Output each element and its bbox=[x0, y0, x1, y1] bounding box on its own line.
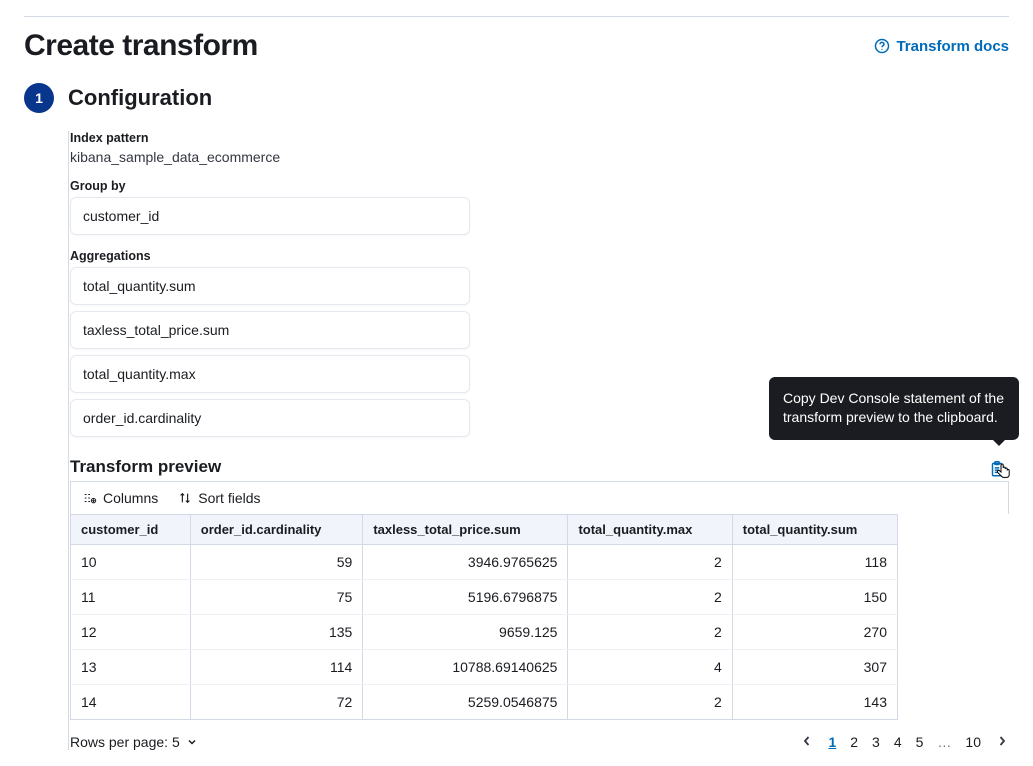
table-cell: 3946.9765625 bbox=[363, 545, 568, 580]
table-cell: 11 bbox=[71, 580, 191, 615]
transform-docs-link[interactable]: Transform docs bbox=[874, 38, 1009, 55]
table-cell: 2 bbox=[568, 545, 732, 580]
preview-table: customer_idorder_id.cardinalitytaxless_t… bbox=[70, 514, 898, 720]
copy-to-clipboard-button[interactable] bbox=[985, 457, 1009, 481]
chevron-left-icon bbox=[802, 735, 812, 747]
table-cell: 59 bbox=[190, 545, 363, 580]
rows-per-page-label: Rows per page: 5 bbox=[70, 734, 180, 750]
table-cell: 5196.6796875 bbox=[363, 580, 568, 615]
clipboard-icon bbox=[988, 460, 1006, 478]
step-title: Configuration bbox=[68, 85, 212, 111]
prev-page-button[interactable] bbox=[800, 734, 814, 750]
page-number[interactable]: 1 bbox=[828, 734, 836, 750]
table-cell: 13 bbox=[71, 650, 191, 685]
docs-link-label: Transform docs bbox=[896, 38, 1009, 55]
table-cell: 2 bbox=[568, 615, 732, 650]
group-by-chip[interactable]: customer_id bbox=[70, 197, 470, 235]
pagination-ellipsis: … bbox=[937, 734, 951, 750]
rows-per-page-select[interactable]: Rows per page: 5 bbox=[70, 734, 198, 750]
table-row: 1311410788.691406254307 bbox=[71, 650, 898, 685]
sort-icon bbox=[178, 491, 192, 505]
page-number[interactable]: 3 bbox=[872, 734, 880, 750]
table-cell: 270 bbox=[732, 615, 897, 650]
page-number[interactable]: 2 bbox=[850, 734, 858, 750]
table-cell: 307 bbox=[732, 650, 897, 685]
page-number[interactable]: 4 bbox=[894, 734, 902, 750]
table-cell: 150 bbox=[732, 580, 897, 615]
index-pattern-label: Index pattern bbox=[70, 131, 1009, 145]
aggregations-label: Aggregations bbox=[70, 249, 1009, 263]
page-title: Create transform bbox=[24, 29, 258, 63]
aggregation-chip[interactable]: taxless_total_price.sum bbox=[70, 311, 470, 349]
table-cell: 10 bbox=[71, 545, 191, 580]
sort-label: Sort fields bbox=[198, 490, 260, 506]
table-row: 14725259.05468752143 bbox=[71, 685, 898, 720]
copy-tooltip: Copy Dev Console statement of the transf… bbox=[769, 377, 1019, 440]
aggregation-chip[interactable]: total_quantity.sum bbox=[70, 267, 470, 305]
table-cell: 72 bbox=[190, 685, 363, 720]
next-page-button[interactable] bbox=[995, 734, 1009, 750]
step-number-badge: 1 bbox=[24, 83, 54, 113]
table-cell: 9659.125 bbox=[363, 615, 568, 650]
page-number[interactable]: 5 bbox=[916, 734, 924, 750]
table-cell: 10788.69140625 bbox=[363, 650, 568, 685]
table-cell: 2 bbox=[568, 580, 732, 615]
column-header[interactable]: taxless_total_price.sum bbox=[363, 515, 568, 545]
table-row: 11755196.67968752150 bbox=[71, 580, 898, 615]
table-cell: 143 bbox=[732, 685, 897, 720]
preview-title: Transform preview bbox=[70, 457, 221, 477]
table-cell: 2 bbox=[568, 685, 732, 720]
table-cell: 14 bbox=[71, 685, 191, 720]
column-header[interactable]: order_id.cardinality bbox=[190, 515, 363, 545]
aggregation-chip[interactable]: total_quantity.max bbox=[70, 355, 470, 393]
columns-label: Columns bbox=[103, 490, 158, 506]
table-row: 121359659.1252270 bbox=[71, 615, 898, 650]
chevron-right-icon bbox=[997, 735, 1007, 747]
table-cell: 135 bbox=[190, 615, 363, 650]
chevron-down-icon bbox=[186, 736, 198, 748]
table-cell: 75 bbox=[190, 580, 363, 615]
help-icon bbox=[874, 38, 890, 54]
index-pattern-value: kibana_sample_data_ecommerce bbox=[70, 149, 1009, 165]
aggregation-chip[interactable]: order_id.cardinality bbox=[70, 399, 470, 437]
column-header[interactable]: customer_id bbox=[71, 515, 191, 545]
table-cell: 4 bbox=[568, 650, 732, 685]
table-cell: 12 bbox=[71, 615, 191, 650]
column-header[interactable]: total_quantity.max bbox=[568, 515, 732, 545]
columns-icon bbox=[83, 491, 97, 505]
table-row: 10593946.97656252118 bbox=[71, 545, 898, 580]
column-header[interactable]: total_quantity.sum bbox=[732, 515, 897, 545]
table-cell: 114 bbox=[190, 650, 363, 685]
table-cell: 5259.0546875 bbox=[363, 685, 568, 720]
table-toolbar: Columns Sort fields bbox=[70, 481, 1009, 514]
table-cell: 118 bbox=[732, 545, 897, 580]
columns-button[interactable]: Columns bbox=[83, 490, 158, 506]
group-by-label: Group by bbox=[70, 179, 1009, 193]
page-number[interactable]: 10 bbox=[965, 734, 981, 750]
sort-fields-button[interactable]: Sort fields bbox=[178, 490, 260, 506]
